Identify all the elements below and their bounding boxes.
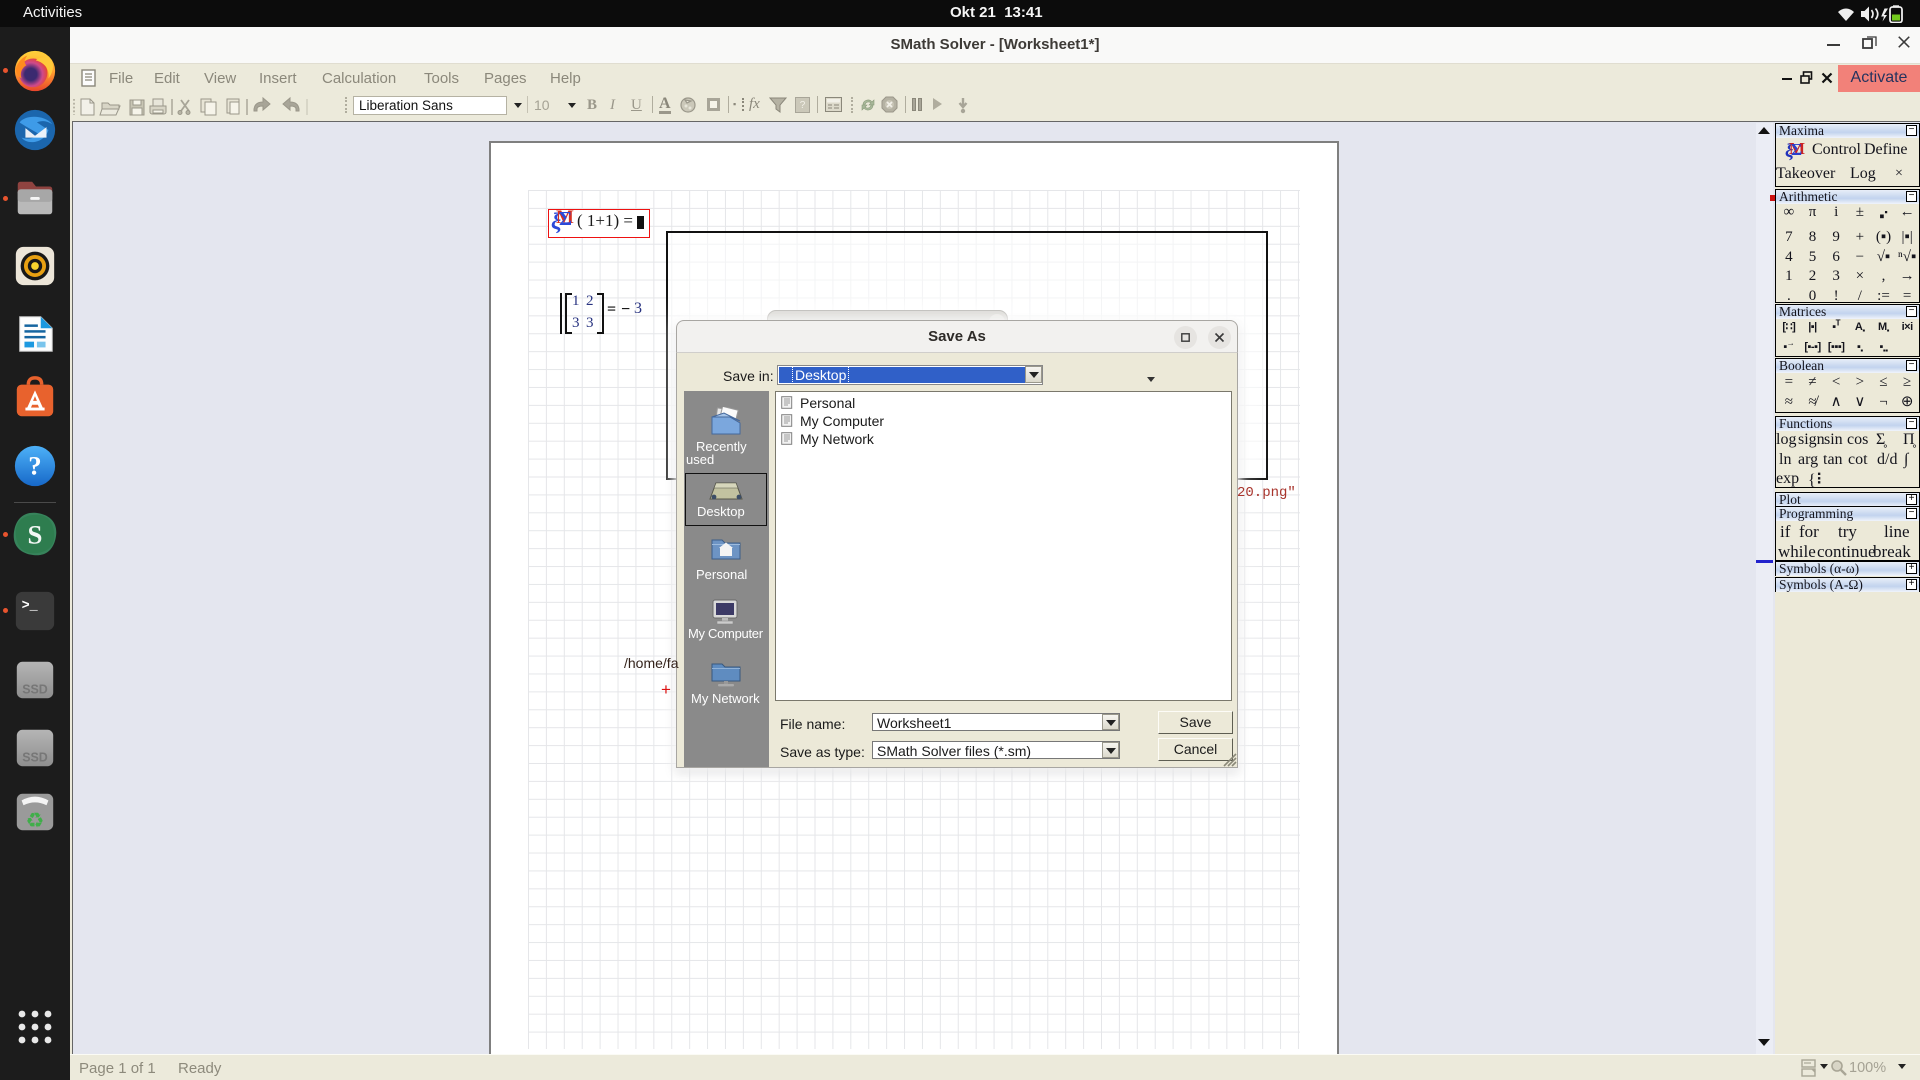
svg-text:♻: ♻ xyxy=(26,809,45,832)
svg-text:S: S xyxy=(28,520,43,550)
svg-text:?: ? xyxy=(28,451,41,481)
svg-text:SSD: SSD xyxy=(22,750,48,764)
svg-text:SSD: SSD xyxy=(22,682,48,696)
svg-text:>_: >_ xyxy=(22,599,39,614)
